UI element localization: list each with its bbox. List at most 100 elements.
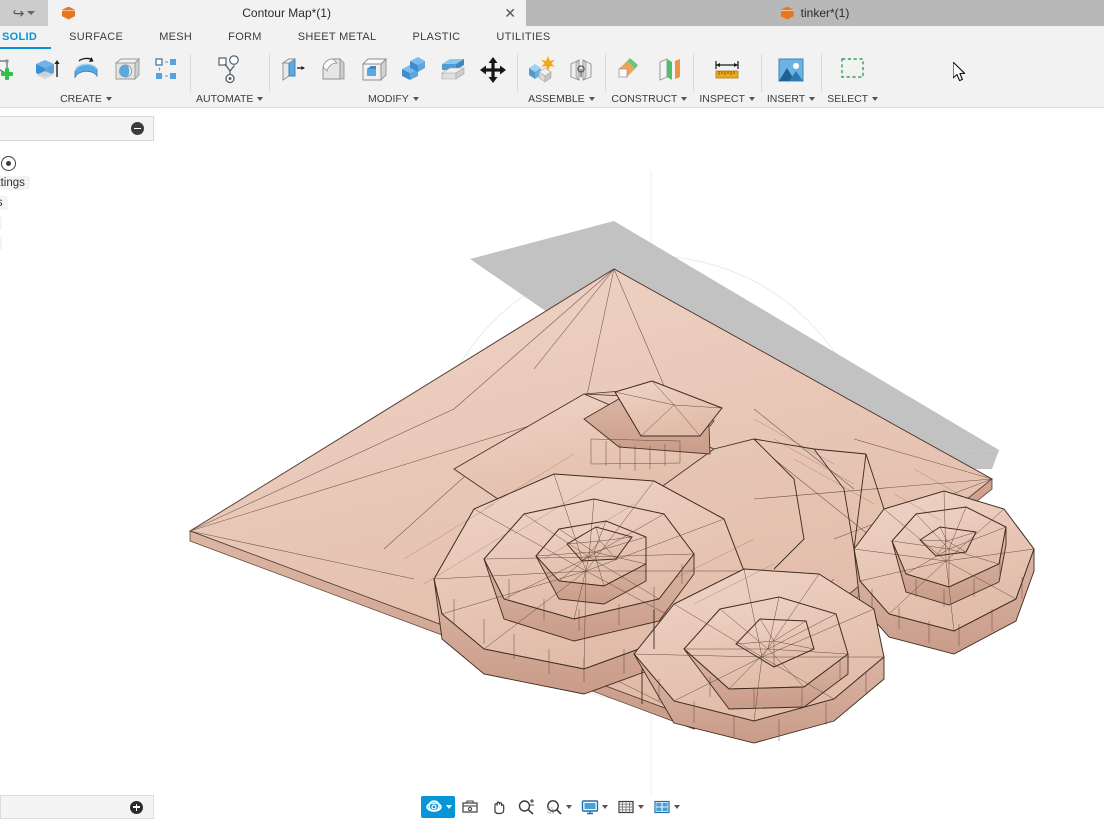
chevron-down-icon[interactable] — [681, 97, 688, 101]
move-copy-button[interactable] — [475, 51, 511, 89]
plane-at-angle-button[interactable] — [651, 51, 687, 89]
terrain-peak-east — [853, 490, 1035, 655]
ribbon-tab-solid[interactable]: SOLID — [0, 28, 52, 49]
fusion-cube-icon — [62, 7, 75, 20]
chevron-down-icon[interactable] — [602, 805, 608, 809]
quick-access-toolbar[interactable]: ↪ — [0, 0, 48, 26]
split-body-button[interactable] — [435, 51, 471, 89]
combine-button[interactable] — [395, 51, 431, 89]
monitor-icon — [581, 800, 599, 815]
close-icon[interactable]: ✕ — [504, 6, 516, 20]
ribbon-group-construct: CONSTRUCT — [605, 48, 693, 108]
tab-bar-spacer-right — [871, 0, 1104, 26]
look-at-icon — [462, 800, 478, 813]
fit-button[interactable] — [541, 796, 575, 818]
chevron-down-icon[interactable] — [446, 805, 452, 809]
document-tab-label: tinker*(1) — [800, 6, 850, 20]
new-component-button[interactable] — [523, 51, 559, 89]
document-tab-label: Contour Map*(1) — [242, 6, 331, 20]
ribbon-group-insert: INSERT — [760, 48, 821, 108]
fillet-button[interactable] — [315, 51, 351, 89]
ribbon-group-modify: MODIFY — [269, 48, 517, 108]
ribbon-tab-surface[interactable]: SURFACE — [51, 28, 141, 47]
plus-circle-icon[interactable] — [130, 800, 143, 814]
browser-row-visibility[interactable] — [0, 153, 154, 173]
contour-map-terrain-model — [188, 171, 1035, 799]
ribbon-group-construct-label[interactable]: CONSTRUCT — [611, 93, 688, 105]
press-pull-button[interactable] — [275, 51, 311, 89]
chevron-down-icon[interactable] — [872, 97, 879, 101]
offset-plane-button[interactable] — [611, 51, 647, 89]
ribbon-tab-utilities[interactable]: UTILITIES — [478, 28, 568, 47]
ribbon-group-inspect-label[interactable]: INSPECT — [699, 93, 755, 105]
browser-row-bodies[interactable] — [0, 233, 154, 253]
collapse-minus-icon[interactable] — [131, 122, 144, 135]
chevron-down-icon[interactable] — [105, 97, 112, 101]
chevron-down-icon[interactable] — [809, 97, 816, 101]
chevron-down-icon[interactable] — [566, 805, 572, 809]
select-window-button[interactable] — [835, 51, 871, 89]
document-tab-contour-map[interactable]: Contour Map*(1) ✕ — [48, 0, 526, 26]
inspect-label-text: INSPECT — [699, 93, 745, 105]
ribbon-tab-mesh[interactable]: MESH — [141, 28, 210, 47]
redo-arrow-icon[interactable]: ↪ — [13, 6, 25, 20]
revolve-button[interactable] — [68, 51, 104, 89]
3d-viewport[interactable] — [154, 109, 1104, 799]
ribbon-group-select-label[interactable]: SELECT — [827, 93, 879, 105]
visibility-eye-icon[interactable] — [1, 155, 16, 171]
zoom-button[interactable] — [513, 796, 539, 818]
automate-button[interactable] — [212, 51, 248, 89]
chevron-down-icon[interactable] — [27, 11, 36, 15]
viewports-button[interactable] — [649, 796, 683, 818]
display-settings-button[interactable] — [577, 796, 611, 818]
ribbon-group-assemble: ASSEMBLE — [517, 48, 605, 108]
ribbon: SOLID SURFACE MESH FORM SHEET METAL PLAS… — [0, 26, 1104, 108]
ribbon-tab-plastic[interactable]: PLASTIC — [394, 28, 478, 47]
chevron-down-icon[interactable] — [412, 97, 419, 101]
browser-row-document-settings[interactable]: ettings — [0, 173, 154, 193]
insert-image-button[interactable] — [773, 51, 809, 89]
orbit-button[interactable] — [421, 796, 455, 818]
ribbon-group-assemble-label[interactable]: ASSEMBLE — [528, 93, 595, 105]
zoom-magnifier-icon — [518, 799, 534, 815]
pan-hand-icon — [494, 801, 505, 815]
document-tab-tinker[interactable]: tinker*(1) — [758, 0, 872, 26]
ribbon-group-select: SELECT — [821, 48, 884, 108]
chevron-down-icon[interactable] — [674, 805, 680, 809]
browser-panel-header — [0, 116, 154, 141]
ribbon-group-insert-label[interactable]: INSERT — [767, 93, 816, 105]
browser-tree: ettings vs — [0, 153, 154, 253]
sweep-button[interactable] — [108, 51, 144, 89]
ribbon-tab-form[interactable]: FORM — [210, 28, 280, 47]
grid-icon — [618, 800, 634, 814]
fusion-cube-icon — [780, 7, 794, 20]
timeline-bar — [0, 795, 154, 819]
browser-row-named-views[interactable]: vs — [0, 193, 154, 213]
viewports-icon — [654, 800, 670, 814]
create-sketch-button[interactable] — [0, 51, 24, 89]
look-at-button[interactable] — [457, 796, 483, 818]
chevron-down-icon[interactable] — [257, 97, 264, 101]
browser-row-label — [0, 236, 3, 250]
browser-panel: ettings vs — [0, 112, 154, 812]
select-label-text: SELECT — [827, 93, 869, 105]
zoom-fit-icon — [547, 800, 562, 815]
chevron-down-icon[interactable] — [588, 97, 595, 101]
ribbon-group-create-label[interactable]: CREATE — [60, 93, 112, 105]
ribbon-group-automate-label[interactable]: AUTOMATE — [196, 93, 264, 105]
chevron-down-icon[interactable] — [748, 97, 755, 101]
joint-button[interactable] — [563, 51, 599, 89]
ribbon-tab-sheet-metal[interactable]: SHEET METAL — [280, 28, 395, 47]
browser-row-origin[interactable] — [0, 213, 154, 233]
extrude-button[interactable] — [28, 51, 64, 89]
chevron-down-icon[interactable] — [638, 805, 644, 809]
tab-bar-spacer — [526, 0, 759, 26]
ribbon-group-create: CREATE — [0, 48, 190, 108]
pattern-button[interactable] — [148, 51, 184, 89]
grid-snaps-button[interactable] — [613, 796, 647, 818]
assemble-label-text: ASSEMBLE — [528, 93, 585, 105]
shell-button[interactable] — [355, 51, 391, 89]
pan-button[interactable] — [485, 796, 511, 818]
measure-button[interactable] — [709, 51, 745, 89]
ribbon-group-modify-label[interactable]: MODIFY — [368, 93, 419, 105]
